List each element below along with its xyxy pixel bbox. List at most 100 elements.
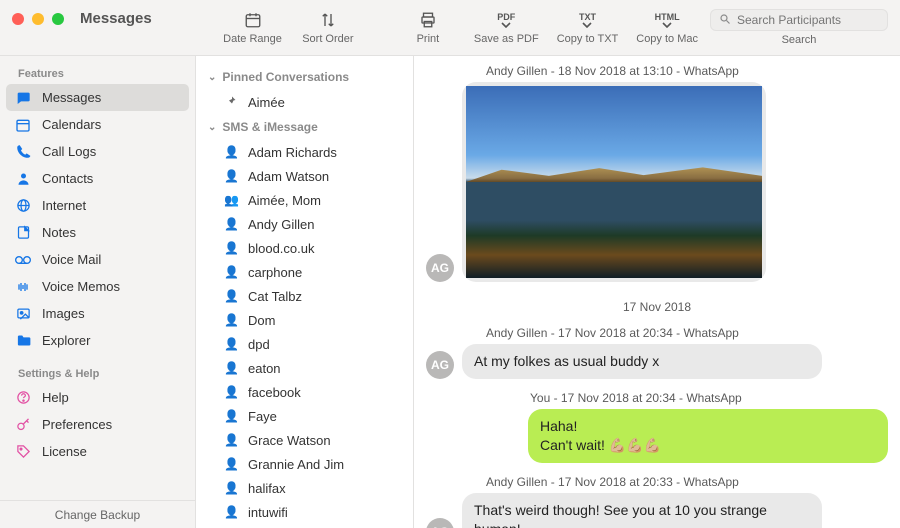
search-label: Search — [782, 34, 817, 46]
message-row: AG At my folkes as usual buddy x — [426, 344, 888, 379]
convo-item[interactable]: 👤Andy Gillen — [196, 212, 413, 236]
message-image-bubble[interactable] — [462, 82, 766, 282]
waveform-icon — [14, 279, 32, 295]
toolbar-group-right: Print PDF Save as PDF TXT Copy to TXT HT… — [400, 10, 698, 45]
copy-html-button[interactable]: HTML Copy to Mac — [636, 10, 698, 45]
avatar: AG — [426, 254, 454, 282]
html-dropdown-icon: HTML — [655, 10, 680, 30]
tag-icon — [14, 444, 32, 460]
settings-header: Settings & Help — [0, 364, 195, 384]
sidebar-item-images[interactable]: Images — [0, 300, 195, 327]
convo-item[interactable]: 👤blood.co.uk — [196, 236, 413, 260]
person-icon: 👤 — [224, 169, 238, 183]
folder-icon — [14, 333, 32, 349]
save-pdf-button[interactable]: PDF Save as PDF — [474, 10, 539, 45]
sidebar-item-preferences[interactable]: Preferences — [0, 411, 195, 438]
convo-label: Grace Watson — [248, 433, 331, 448]
txt-dropdown-icon: TXT — [579, 10, 596, 30]
convo-item[interactable]: 👤Dom — [196, 308, 413, 332]
sidebar-item-help[interactable]: Help — [0, 384, 195, 411]
sidebar-item-calendars[interactable]: Calendars — [0, 111, 195, 138]
person-icon: 👤 — [224, 145, 238, 159]
print-button[interactable]: Print — [400, 10, 456, 45]
convo-item[interactable]: 👤facebook — [196, 380, 413, 404]
toolbar-group-left: Date Range Sort Order — [223, 10, 356, 45]
avatar: AG — [426, 351, 454, 379]
sort-order-button[interactable]: Sort Order — [300, 10, 356, 45]
toolbar-label: Copy to TXT — [557, 33, 619, 45]
convo-item[interactable]: 👤dpd — [196, 332, 413, 356]
person-icon: 👤 — [224, 241, 238, 255]
sidebar-item-messages[interactable]: Messages — [6, 84, 189, 111]
toolbar-label: Copy to Mac — [636, 33, 698, 45]
help-icon — [14, 390, 32, 406]
convo-item[interactable]: 👤Adam Watson — [196, 164, 413, 188]
sidebar-item-label: Preferences — [42, 417, 112, 432]
sidebar-item-voice-mail[interactable]: Voice Mail — [0, 246, 195, 273]
person-icon: 👤 — [224, 265, 238, 279]
message-row: AG — [426, 82, 888, 282]
sidebar-item-contacts[interactable]: Contacts — [0, 165, 195, 192]
images-icon — [14, 306, 32, 322]
convo-item-pinned[interactable]: Aimée — [196, 90, 413, 114]
sidebar-item-internet[interactable]: Internet — [0, 192, 195, 219]
sidebar-item-label: Notes — [42, 225, 76, 240]
message-bubble[interactable]: At my folkes as usual buddy x — [462, 344, 822, 379]
convo-item[interactable]: 👤halifax — [196, 476, 413, 500]
features-header: Features — [0, 64, 195, 84]
conversation-list: ⌄ Pinned Conversations Aimée ⌄ SMS & iMe… — [196, 56, 414, 528]
convo-label: Aimée, Mom — [248, 193, 321, 208]
sidebar-item-license[interactable]: License — [0, 438, 195, 465]
convo-item[interactable]: 👤carphone — [196, 260, 413, 284]
convo-label: Cat Talbz — [248, 289, 302, 304]
window-controls — [12, 13, 64, 25]
convo-item[interactable]: 👤Adam Richards — [196, 140, 413, 164]
chat-bubble-icon — [14, 90, 32, 106]
sidebar-item-notes[interactable]: Notes — [0, 219, 195, 246]
person-icon: 👤 — [224, 457, 238, 471]
group-header-sms[interactable]: ⌄ SMS & iMessage — [196, 114, 413, 140]
zoom-window-button[interactable] — [52, 13, 64, 25]
sidebar-item-label: Voice Memos — [42, 279, 120, 294]
titlebar: Messages Date Range Sort Order Print PDF — [0, 0, 900, 56]
convo-label: facebook — [248, 385, 301, 400]
globe-icon — [14, 198, 32, 214]
message-bubble[interactable]: That's weird though! See you at 10 you s… — [462, 493, 822, 528]
minimize-window-button[interactable] — [32, 13, 44, 25]
message-meta: Andy Gillen - 17 Nov 2018 at 20:33 - Wha… — [486, 475, 888, 489]
convo-item[interactable]: 👤eaton — [196, 356, 413, 380]
change-backup-button[interactable]: Change Backup — [0, 500, 195, 528]
sidebar-item-label: Messages — [42, 90, 101, 105]
copy-txt-button[interactable]: TXT Copy to TXT — [557, 10, 619, 45]
sidebar-item-voice-memos[interactable]: Voice Memos — [0, 273, 195, 300]
message-meta: Andy Gillen - 18 Nov 2018 at 13:10 - Wha… — [486, 64, 888, 78]
group-header-pinned[interactable]: ⌄ Pinned Conversations — [196, 64, 413, 90]
person-icon: 👤 — [224, 361, 238, 375]
people-icon: 👥 — [224, 193, 238, 207]
convo-label: Faye — [248, 409, 277, 424]
sidebar-item-label: Calendars — [42, 117, 101, 132]
sidebar-item-call-logs[interactable]: Call Logs — [0, 138, 195, 165]
sidebar-item-explorer[interactable]: Explorer — [0, 327, 195, 354]
convo-item[interactable]: 👤intuwifi — [196, 500, 413, 524]
convo-item[interactable]: 👥 Aimée, Mom — [196, 188, 413, 212]
search-icon — [719, 13, 731, 28]
convo-label: intuwifi — [248, 505, 288, 520]
person-icon — [14, 171, 32, 187]
calendar-icon — [14, 117, 32, 133]
search-box[interactable] — [710, 9, 888, 31]
sidebar-item-label: Internet — [42, 198, 86, 213]
messages-pane[interactable]: Andy Gillen - 18 Nov 2018 at 13:10 - Wha… — [414, 56, 900, 528]
close-window-button[interactable] — [12, 13, 24, 25]
convo-item[interactable]: 👤Faye — [196, 404, 413, 428]
convo-item[interactable]: 👤Grace Watson — [196, 428, 413, 452]
convo-item[interactable]: 👤Mom — [196, 524, 413, 528]
key-icon — [14, 417, 32, 433]
search-input[interactable] — [737, 13, 879, 27]
convo-item[interactable]: 👤 Grannie And Jim — [196, 452, 413, 476]
sidebar-item-label: License — [42, 444, 87, 459]
convo-item[interactable]: 👤Cat Talbz — [196, 284, 413, 308]
convo-label: Grannie And Jim — [248, 457, 344, 472]
date-range-button[interactable]: Date Range — [223, 10, 282, 45]
message-bubble-outgoing[interactable]: Haha! Can't wait! 💪🏼💪🏼💪🏼 — [528, 409, 888, 463]
